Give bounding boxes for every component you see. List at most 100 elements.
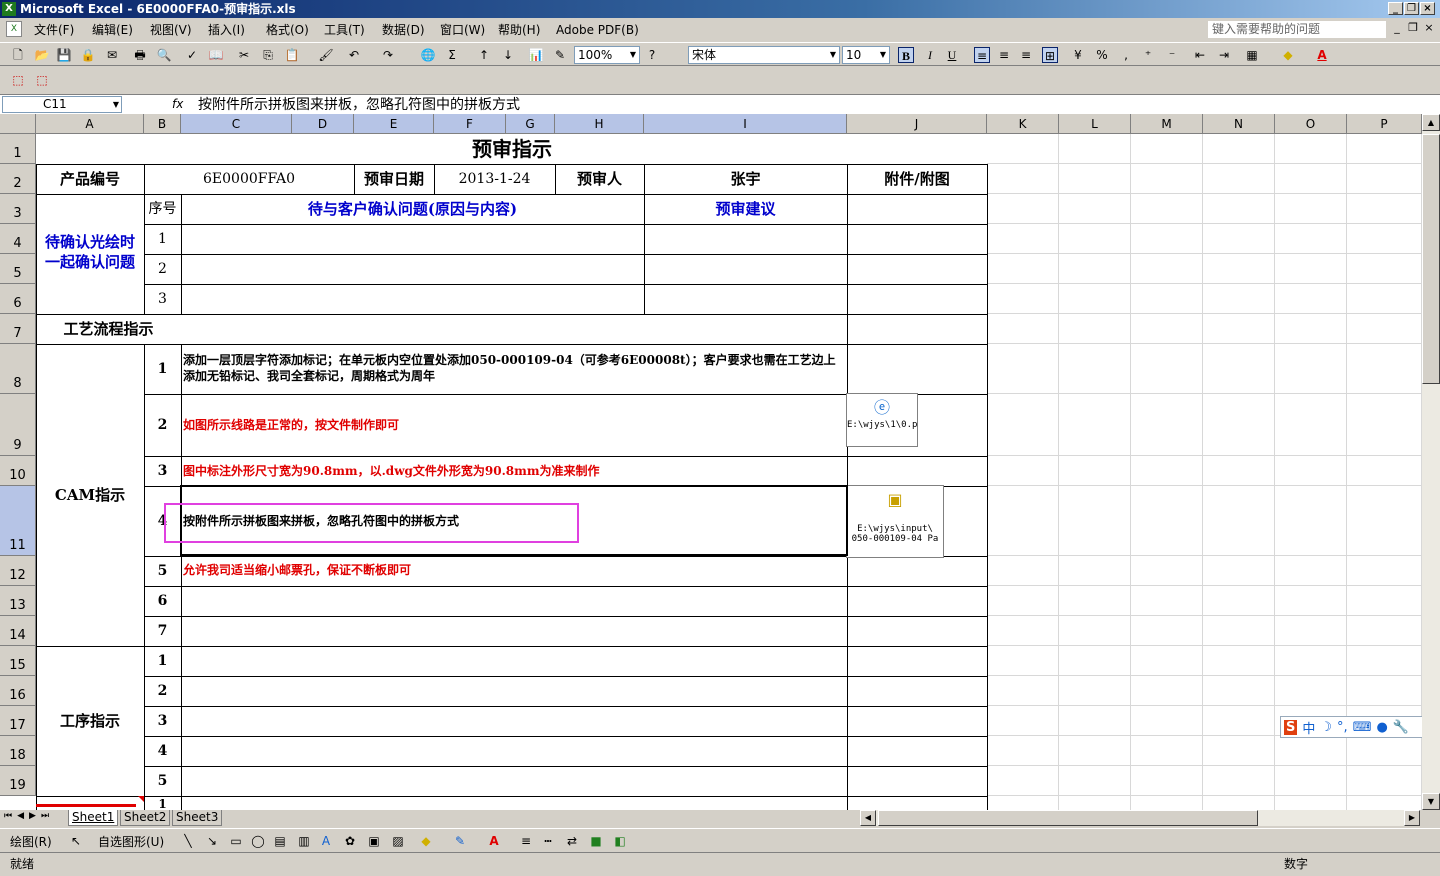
cam-item-1[interactable]: 添加一层顶层字符添加标记；在单元板内空位置处添加050-000109-04（可参… [183, 352, 845, 388]
proc-num[interactable]: 4 [144, 736, 181, 766]
zoom-select[interactable]: 100% ▼ [574, 46, 640, 64]
format-painter-icon[interactable]: 🖌 [318, 47, 334, 63]
embedded-package-object[interactable]: ▣ E:\wjys\input\ 050-000109-04 Pa [846, 485, 944, 558]
cam-item-3[interactable]: 图中标注外形尺寸宽为90.8mm，以.dwg文件外形宽为90.8mm为准来制作 [183, 462, 843, 480]
open-icon[interactable]: 📂 [34, 47, 50, 63]
shadow-icon[interactable]: ■ [588, 833, 604, 849]
font-size-select[interactable]: 10 ▼ [842, 46, 890, 64]
column-header[interactable]: D [292, 114, 354, 134]
minimize-button[interactable]: _ [1388, 2, 1403, 15]
row-header[interactable]: 18 [0, 736, 36, 766]
confirm-label[interactable]: 待确认光绘时一起确认问题 [36, 232, 144, 276]
fill-color-icon[interactable]: ◆ [1280, 47, 1296, 63]
font-select[interactable]: 宋体 ▼ [688, 46, 840, 64]
column-header[interactable]: I [644, 114, 847, 134]
doc-close-button[interactable]: × [1422, 21, 1436, 34]
underline-button[interactable]: U [944, 47, 960, 63]
bold-button[interactable]: B [898, 47, 914, 63]
rectangle-icon[interactable]: ▭ [228, 833, 244, 849]
chart-wizard-icon[interactable]: 📊 [528, 47, 544, 63]
pdf-email-icon[interactable]: ⬚ [34, 72, 50, 88]
decrease-indent-icon[interactable]: ⇤ [1192, 47, 1208, 63]
proc-num[interactable]: 1 [144, 798, 181, 810]
doc-minimize-button[interactable]: _ [1390, 21, 1404, 34]
menu-tools[interactable]: 工具(T) [324, 22, 365, 38]
row-header[interactable]: 6 [0, 284, 36, 314]
percent-button[interactable]: % [1094, 47, 1110, 63]
vertical-textbox-icon[interactable]: ▥ [296, 833, 312, 849]
cut-icon[interactable]: ✂ [236, 47, 252, 63]
row-header[interactable]: 13 [0, 586, 36, 616]
menu-view[interactable]: 视图(V) [150, 22, 192, 38]
select-objects-icon[interactable]: ↖ [68, 833, 84, 849]
hyperlink-icon[interactable]: 🌐 [420, 47, 436, 63]
row-header[interactable]: 4 [0, 224, 36, 254]
line-style-icon[interactable]: ≡ [518, 833, 534, 849]
column-header[interactable]: M [1131, 114, 1203, 134]
currency-icon[interactable]: ¥ [1070, 47, 1086, 63]
proc-num[interactable]: 2 [144, 676, 181, 706]
chevron-down-icon[interactable]: ▼ [627, 47, 639, 63]
menu-adobe-pdf[interactable]: Adobe PDF(B) [556, 22, 639, 38]
date-value[interactable]: 2013-1-24 [434, 164, 555, 194]
row-header[interactable]: 8 [0, 344, 36, 394]
chevron-down-icon[interactable]: ▼ [827, 47, 839, 63]
process-label[interactable]: 工艺流程指示 [36, 314, 181, 344]
product-no-value[interactable]: 6E0000FFA0 [144, 164, 354, 194]
cam-num[interactable]: 6 [144, 586, 181, 616]
help-search-input[interactable]: 键入需要帮助的问题 [1208, 21, 1386, 38]
tab-sheet2[interactable]: Sheet2 [120, 810, 171, 826]
tab-sheet1[interactable]: Sheet1 [68, 810, 119, 826]
keyboard-icon[interactable]: ⌨ [1353, 720, 1372, 735]
arrow-style-icon[interactable]: ⇄ [564, 833, 580, 849]
align-left-icon[interactable]: ≡ [974, 47, 990, 63]
column-header[interactable]: G [506, 114, 555, 134]
3d-icon[interactable]: ◧ [612, 833, 628, 849]
confirm-num[interactable]: 1 [144, 224, 181, 254]
column-header[interactable]: O [1275, 114, 1347, 134]
menu-data[interactable]: 数据(D) [382, 22, 425, 38]
increase-decimal-icon[interactable]: ⁺ [1140, 47, 1156, 63]
proc-label[interactable]: 工序指示 [36, 646, 144, 796]
spelling-icon[interactable]: ✓ [184, 47, 200, 63]
italic-button[interactable]: I [922, 47, 938, 63]
decrease-decimal-icon[interactable]: ⁻ [1164, 47, 1180, 63]
proc-num[interactable]: 1 [144, 646, 181, 676]
row-header[interactable]: 19 [0, 766, 36, 796]
row-header[interactable]: 15 [0, 646, 36, 676]
function-icon[interactable]: fx [172, 96, 183, 113]
scroll-down-icon[interactable]: ▼ [1422, 793, 1440, 810]
vertical-scrollbar[interactable]: ▲ ▼ [1422, 114, 1440, 810]
close-button[interactable]: × [1420, 2, 1435, 15]
reviewer-value[interactable]: 张宇 [644, 164, 847, 194]
column-header[interactable]: J [847, 114, 987, 134]
question-header[interactable]: 待与客户确认问题(原因与内容) [181, 194, 644, 224]
select-all-corner[interactable] [0, 114, 36, 134]
confirm-num[interactable]: 3 [144, 284, 181, 314]
print-preview-icon[interactable]: 🔍 [156, 47, 172, 63]
row-header[interactable]: 16 [0, 676, 36, 706]
formula-content[interactable]: 按附件所示拼板图来拼板，忽略孔符图中的拼板方式 [198, 95, 520, 115]
autoshapes-menu[interactable]: 自选图形(U) [98, 833, 164, 850]
picture-icon[interactable]: ▨ [390, 833, 406, 849]
hscroll-thumb[interactable] [878, 810, 1258, 826]
cam-num[interactable]: 5 [144, 556, 181, 586]
line-color-icon[interactable]: ✎ [452, 833, 468, 849]
sort-asc-icon[interactable]: ↑ [476, 47, 492, 63]
user-icon[interactable]: ● [1376, 720, 1387, 735]
menu-file[interactable]: 文件(F) [34, 22, 74, 38]
textbox-icon[interactable]: ▤ [272, 833, 288, 849]
pdf-convert-icon[interactable]: ⬚ [10, 72, 26, 88]
row-header[interactable]: 14 [0, 616, 36, 646]
merge-center-icon[interactable]: ⊞ [1042, 47, 1058, 63]
autosum-icon[interactable]: Σ [444, 47, 460, 63]
paste-icon[interactable]: 📋 [284, 47, 300, 63]
attachment-label[interactable]: 附件/附图 [847, 164, 987, 194]
menu-window[interactable]: 窗口(W) [440, 22, 485, 38]
column-header[interactable]: C [181, 114, 292, 134]
column-header[interactable]: F [434, 114, 506, 134]
menu-format[interactable]: 格式(O) [266, 22, 309, 38]
embedded-image-object[interactable]: ⓔ E:\wjys\1\0.png [846, 393, 918, 447]
row-header[interactable]: 1 [0, 134, 36, 164]
restore-button[interactable]: ❐ [1404, 2, 1419, 15]
